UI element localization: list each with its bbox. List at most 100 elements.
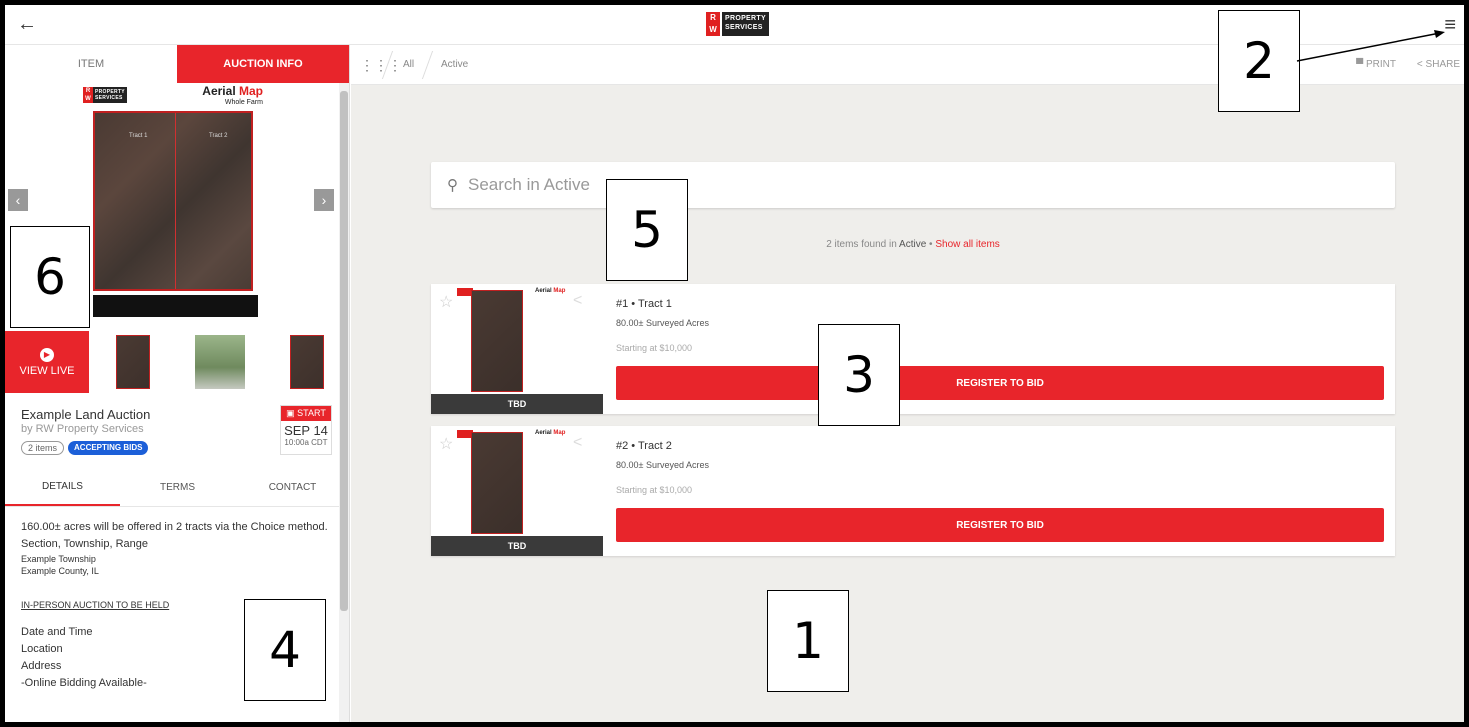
lot-title[interactable]: #2 • Tract 2 xyxy=(616,440,672,452)
annotation-box-3: 3 xyxy=(818,324,900,426)
detail-tabs: DETAILS TERMS CONTACT xyxy=(5,469,349,507)
lot-map-title-word1: Aerial xyxy=(535,430,552,436)
lot-map-title: Aerial Map xyxy=(535,430,565,436)
view-live-button[interactable]: ▶ VIEW LIVE xyxy=(5,331,89,393)
tract-1-label: Tract 1 xyxy=(129,133,148,139)
thumbnail-3[interactable] xyxy=(263,331,349,393)
annotation-arrow xyxy=(1296,30,1445,62)
details-township: Example Township xyxy=(21,554,96,564)
lot-title[interactable]: #1 • Tract 1 xyxy=(616,298,672,310)
map-title: Aerial Map Whole Farm xyxy=(202,85,263,109)
search-box: ⚲ xyxy=(431,162,1395,208)
map-title-word1: Aerial xyxy=(202,84,236,98)
crumb-all[interactable]: All xyxy=(403,59,414,70)
start-label-text: START xyxy=(297,408,326,418)
start-label: ▣ START xyxy=(281,406,331,421)
lot-card-2[interactable]: Aerial Map ☆ < TBD #2 • Tract 2 80.00± S… xyxy=(431,426,1395,556)
annotation-box-5: 5 xyxy=(606,179,688,281)
star-icon[interactable]: ☆ xyxy=(439,434,453,454)
tab-details[interactable]: DETAILS xyxy=(5,469,120,506)
start-date: SEP 14 xyxy=(284,423,328,438)
thumbnail-image xyxy=(289,335,324,389)
lot-acres: 80.00± Surveyed Acres xyxy=(616,318,709,328)
results-count: 2 items found in Active • Show all items xyxy=(431,239,1395,250)
scrollbar-thumb[interactable] xyxy=(340,91,348,611)
auction-summary: Example Land Auction by RW Property Serv… xyxy=(5,393,349,463)
lot-card-1[interactable]: Aerial Map ☆ < TBD #1 • Tract 1 80.00± S… xyxy=(431,284,1395,414)
lot-map-title-word2: Map xyxy=(553,288,566,294)
crumb-separator xyxy=(421,51,434,79)
star-icon[interactable]: ☆ xyxy=(439,292,453,312)
catalog-area: ⋮⋮⋮ All Active ▀ PRINT < SHARE ⚲ 2 items… xyxy=(351,45,1464,722)
lot-starting-price: Starting at $10,000 xyxy=(616,485,693,495)
thumbnail-strip: ▶ VIEW LIVE xyxy=(5,331,349,393)
tab-auction-info[interactable]: AUCTION INFO xyxy=(177,45,349,83)
details-intro: 160.00± acres will be offered in 2 tract… xyxy=(21,521,328,533)
carousel-prev-button[interactable]: ‹ xyxy=(8,189,28,211)
details-legal: Section, Township, Range xyxy=(21,538,148,550)
brand-logo[interactable]: R W PROPERTY SERVICES xyxy=(706,12,769,36)
tract-2-label: Tract 2 xyxy=(209,133,228,139)
sidebar-tabs: ITEM AUCTION INFO xyxy=(5,45,349,83)
aerial-map-image: R W PROPERTY SERVICES Aerial Map Whole F… xyxy=(83,85,263,325)
calendar-icon: ▣ xyxy=(286,408,295,418)
logo-mark: R W xyxy=(706,12,720,36)
logo-text-line2: SERVICES xyxy=(725,24,763,31)
lot-image[interactable]: Aerial Map ☆ < TBD xyxy=(431,284,603,414)
map-title-word2: Map xyxy=(239,84,263,98)
start-date-box: ▣ START SEP 14 10:00a CDT xyxy=(280,405,332,455)
thumbnail-image xyxy=(194,335,245,389)
map-subtitle: Whole Farm xyxy=(224,99,263,106)
tab-terms[interactable]: TERMS xyxy=(120,469,235,506)
map-logo-mark: R W xyxy=(83,87,93,103)
lot-tbd-label: TBD xyxy=(431,536,603,556)
sidebar-scrollbar[interactable] xyxy=(339,83,349,722)
tract-divider xyxy=(175,113,176,289)
view-live-label: VIEW LIVE xyxy=(19,364,75,377)
register-to-bid-button[interactable]: REGISTER TO BID xyxy=(616,366,1384,400)
register-to-bid-button[interactable]: REGISTER TO BID xyxy=(616,508,1384,542)
results-count-text: 2 items found in xyxy=(826,239,897,250)
play-icon: ▶ xyxy=(40,347,54,362)
map-logo-line2: SERVICES xyxy=(95,95,123,101)
annotation-box-6: 6 xyxy=(10,226,90,328)
share-icon[interactable]: < xyxy=(573,434,582,452)
search-icon: ⚲ xyxy=(447,177,458,194)
lot-map-title-word2: Map xyxy=(553,430,566,436)
results-separator: • xyxy=(929,239,933,250)
lot-tbd-label: TBD xyxy=(431,394,603,414)
map-logo: R W PROPERTY SERVICES xyxy=(83,87,127,103)
grid-icon[interactable]: ⋮⋮⋮ xyxy=(360,57,402,74)
results-scope: Active xyxy=(899,239,927,250)
start-time: 10:00a CDT xyxy=(284,438,328,447)
lot-aerial-photo xyxy=(471,290,523,392)
search-input[interactable] xyxy=(468,175,1368,195)
thumbnail-1[interactable] xyxy=(89,331,176,393)
map-footer-strip xyxy=(93,295,258,317)
lot-aerial-photo xyxy=(471,432,523,534)
tab-contact[interactable]: CONTACT xyxy=(235,469,349,506)
lot-acres: 80.00± Surveyed Acres xyxy=(616,460,709,470)
share-icon[interactable]: < xyxy=(573,292,582,310)
crumb-active[interactable]: Active xyxy=(441,59,468,70)
tab-item[interactable]: ITEM xyxy=(5,45,177,83)
lot-starting-price: Starting at $10,000 xyxy=(616,343,693,353)
annotation-box-2: 2 xyxy=(1218,10,1300,112)
app-window: ← R W PROPERTY SERVICES ≡ ITEM AUCTION I… xyxy=(5,5,1464,722)
item-count-badge: 2 items xyxy=(21,441,65,455)
thumbnail-image xyxy=(115,335,150,389)
back-arrow-icon[interactable]: ← xyxy=(17,13,37,36)
lot-map-title: Aerial Map xyxy=(535,288,565,294)
lot-image[interactable]: Aerial Map ☆ < TBD xyxy=(431,426,603,556)
map-logo-text: PROPERTY SERVICES xyxy=(93,87,127,103)
annotation-box-4: 4 xyxy=(244,599,326,701)
show-all-link[interactable]: Show all items xyxy=(935,239,999,250)
thumbnail-2[interactable] xyxy=(176,331,263,393)
aerial-photo: Tract 1 Tract 2 xyxy=(93,111,253,291)
carousel-next-button[interactable]: › xyxy=(314,189,334,211)
details-county: Example County, IL xyxy=(21,566,99,576)
lot-map-title-word1: Aerial xyxy=(535,288,552,294)
annotation-box-1: 1 xyxy=(767,590,849,692)
status-badge: ACCEPTING BIDS xyxy=(68,441,149,455)
logo-text: PROPERTY SERVICES xyxy=(722,12,769,36)
